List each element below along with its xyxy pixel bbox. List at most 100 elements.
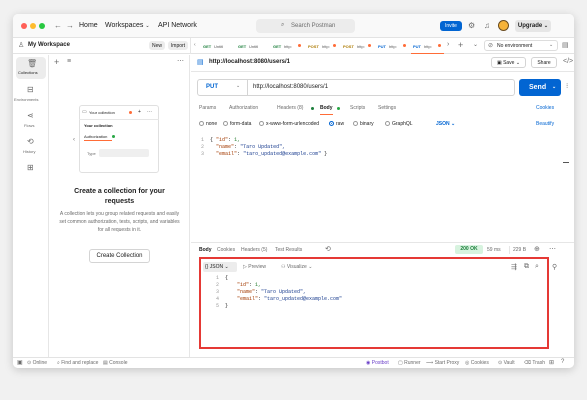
- body-mode-radio[interactable]: [199, 121, 204, 126]
- response-body-viewer[interactable]: 1 { 2 "id": 1, 3 "name": "Taro Updated",…: [207, 275, 527, 310]
- method-selector[interactable]: PUT ⌄: [198, 80, 248, 95]
- import-button[interactable]: Import: [168, 41, 188, 50]
- online-status[interactable]: ⊙ Online: [27, 360, 47, 366]
- layout-icon[interactable]: ⊞: [549, 359, 554, 366]
- forward-arrow-icon[interactable]: →: [66, 21, 74, 30]
- body-mode-radio[interactable]: [385, 121, 390, 126]
- sidebar-toggle-icon[interactable]: ▣: [17, 359, 23, 366]
- notifications-icon[interactable]: ♫: [484, 21, 490, 30]
- chevron-right-icon[interactable]: ›: [447, 41, 449, 48]
- body-mode-radio[interactable]: [329, 121, 334, 126]
- response-tab[interactable]: Body: [199, 247, 212, 253]
- avatar[interactable]: [498, 20, 509, 31]
- rail-flows[interactable]: ⋖ Flows: [13, 109, 49, 131]
- tabs-menu-chevron-icon[interactable]: ⌄: [473, 41, 478, 48]
- copy-icon[interactable]: ⧉: [524, 263, 529, 271]
- request-subtab[interactable]: Headers (8): [277, 105, 303, 111]
- console-icon: ▤: [103, 360, 108, 366]
- runner[interactable]: ▢ Runner: [398, 360, 421, 366]
- save-button[interactable]: ▣ Save ⌄: [491, 57, 526, 68]
- new-button[interactable]: New: [149, 41, 165, 50]
- globe-icon[interactable]: ⊕: [534, 245, 540, 253]
- filter-icon[interactable]: ≡: [67, 58, 71, 65]
- tab-label: http:: [284, 44, 292, 49]
- minimize-window-button[interactable]: [30, 23, 36, 29]
- url-input[interactable]: http://localhost:8080/users/1: [253, 84, 328, 90]
- illustration-auth: Authorization: [84, 134, 108, 139]
- rail-history[interactable]: ⟲ History: [13, 135, 49, 157]
- visualize-tab[interactable]: ⚇ Visualize ⌄: [281, 264, 312, 270]
- trash[interactable]: ⌫ Trash: [524, 360, 545, 366]
- request-tab[interactable]: PUT http:: [376, 38, 409, 54]
- console[interactable]: ▤ Console: [103, 360, 127, 366]
- code-icon[interactable]: </>: [563, 58, 573, 65]
- start-proxy[interactable]: ⟿ Start Proxy: [426, 360, 459, 366]
- body-mode-radio[interactable]: [353, 121, 358, 126]
- request-tab[interactable]: GET http:: [271, 38, 304, 54]
- request-tab[interactable]: GET Untitl: [236, 38, 269, 54]
- beautify-link[interactable]: Beautify: [536, 121, 554, 127]
- zoom-window-button[interactable]: [39, 23, 45, 29]
- upgrade-button[interactable]: Upgrade ⌄: [515, 20, 551, 32]
- body-mode-radio[interactable]: [223, 121, 228, 126]
- request-body-editor[interactable]: 1 { "id": 1, 2 "name": "Taro Updated", 3…: [201, 137, 571, 158]
- response-tab[interactable]: Headers (5): [241, 247, 267, 253]
- search-icon[interactable]: ⌕: [535, 263, 539, 271]
- find-replace[interactable]: ⌕ Find and replace: [57, 360, 98, 366]
- unsaved-dot: [438, 44, 441, 47]
- body-mode-radio[interactable]: [259, 121, 264, 126]
- rail-environments-label: Environments: [14, 97, 39, 102]
- vault[interactable]: ⊙ Vault: [498, 360, 515, 366]
- request-subtab[interactable]: Settings: [378, 105, 396, 111]
- environment-selector[interactable]: ⊘ No environment ⌄: [484, 40, 558, 51]
- response-line: 1 {: [215, 275, 229, 281]
- body-mode-label: binary: [360, 121, 374, 127]
- invite-button[interactable]: Invite: [440, 21, 462, 31]
- cookies-link[interactable]: Cookies: [536, 105, 554, 111]
- nav-workspaces[interactable]: Workspaces ⌄: [105, 22, 150, 29]
- nav-home[interactable]: Home: [79, 22, 98, 29]
- send-button[interactable]: Send ⌄: [519, 79, 561, 96]
- search-icon: ⌕: [281, 22, 285, 28]
- new-tab-plus-icon[interactable]: +: [458, 40, 463, 50]
- help-icon[interactable]: ?: [561, 359, 564, 365]
- workspace-name[interactable]: My Workspace: [28, 42, 70, 48]
- search-bar[interactable]: ⌕ Search Postman: [256, 19, 355, 33]
- more-options-icon[interactable]: ⋯: [177, 57, 184, 65]
- chevron-left-icon[interactable]: ‹: [194, 42, 196, 48]
- request-tab[interactable]: GET Untitl: [201, 38, 234, 54]
- body-language-selector[interactable]: JSON ⌄: [436, 121, 455, 127]
- postbot[interactable]: ◉ Postbot: [366, 360, 389, 366]
- back-arrow-icon[interactable]: ←: [54, 21, 62, 30]
- tab-method: PUT: [378, 44, 386, 49]
- nav-api-network[interactable]: API Network: [158, 22, 197, 29]
- response-tab[interactable]: Test Results: [275, 247, 302, 253]
- wrap-lines-icon[interactable]: ⇶: [511, 263, 517, 271]
- environment-quick-look-icon[interactable]: ▤: [562, 41, 569, 49]
- request-subtab[interactable]: Scripts: [350, 105, 365, 111]
- rail-collections[interactable]: 🗑︎ Collections: [16, 57, 46, 79]
- share-button[interactable]: Share: [531, 57, 557, 68]
- close-window-button[interactable]: [21, 23, 27, 29]
- context-bar-icon[interactable]: ⁝: [566, 82, 568, 90]
- grid-icon[interactable]: ⊞: [27, 163, 34, 172]
- response-tab[interactable]: Cookies: [217, 247, 235, 253]
- history-icon[interactable]: ⟲: [325, 245, 331, 253]
- request-subtab[interactable]: Body: [320, 105, 333, 115]
- create-collection-button[interactable]: Create Collection: [89, 249, 150, 263]
- request-subtab[interactable]: Authorization: [229, 105, 258, 111]
- response-format-selector[interactable]: {} JSON ⌄: [203, 262, 237, 272]
- invite-label: Invite: [445, 23, 457, 29]
- settings-icon[interactable]: ⚙: [468, 21, 475, 30]
- folder-icon: ▭: [82, 109, 87, 115]
- request-subtab[interactable]: Params: [199, 105, 216, 111]
- preview-tab[interactable]: ▷ Preview: [243, 264, 266, 270]
- request-tab[interactable]: POST http:: [341, 38, 374, 54]
- request-tab[interactable]: POST http:: [306, 38, 339, 54]
- more-options-icon[interactable]: ⋯: [549, 245, 556, 253]
- cookies[interactable]: ◎ Cookies: [465, 360, 489, 366]
- add-collection-plus-icon[interactable]: +: [54, 57, 59, 67]
- link-icon[interactable]: ⚲: [552, 263, 557, 271]
- request-tab[interactable]: PUT http:: [411, 38, 444, 54]
- rail-environments[interactable]: ⊟ Environments: [13, 83, 49, 105]
